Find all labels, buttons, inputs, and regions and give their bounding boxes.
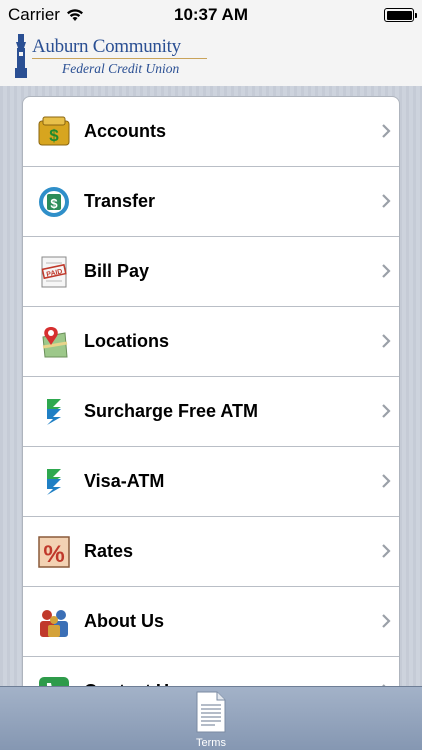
logo-subtitle: Federal Credit Union xyxy=(62,61,180,76)
tab-terms[interactable]: Terms xyxy=(186,691,236,749)
menu-item-visa-atm[interactable]: Visa-ATM xyxy=(23,447,399,517)
app-header: Auburn Community Federal Credit Union xyxy=(0,30,422,86)
menu-item-label: Surcharge Free ATM xyxy=(84,401,259,421)
menu-item-transfer[interactable]: $ Transfer xyxy=(23,167,399,237)
atm-network-icon xyxy=(37,465,71,499)
clock-tower-logo-icon xyxy=(15,34,27,78)
menu-item-label: Accounts xyxy=(84,121,167,141)
chevron-right-icon xyxy=(382,124,391,138)
menu-item-surcharge-free-atm[interactable]: Surcharge Free ATM xyxy=(23,377,399,447)
menu-item-label: About Us xyxy=(84,611,164,631)
chevron-right-icon xyxy=(382,404,391,418)
menu-item-bill-pay[interactable]: PAID Bill Pay xyxy=(23,237,399,307)
tab-bar: Terms xyxy=(0,686,422,750)
svg-text:$: $ xyxy=(49,126,59,145)
percent-icon: % xyxy=(37,535,71,569)
chevron-right-icon xyxy=(382,544,391,558)
svg-text:%: % xyxy=(43,541,64,568)
menu-item-label: Transfer xyxy=(84,191,156,211)
menu-item-label: Bill Pay xyxy=(84,261,150,281)
menu-item-accounts[interactable]: $ Accounts xyxy=(23,97,399,167)
map-pin-icon xyxy=(37,325,71,359)
chevron-right-icon xyxy=(382,264,391,278)
menu-item-label: Visa-ATM xyxy=(84,471,165,491)
atm-network-icon xyxy=(37,395,71,429)
people-icon xyxy=(37,605,71,639)
money-bag-icon: $ xyxy=(37,115,71,149)
menu-item-label: Locations xyxy=(84,331,170,351)
chevron-right-icon xyxy=(382,334,391,348)
transfer-icon: $ xyxy=(37,185,71,219)
tab-terms-label: Terms xyxy=(196,737,226,749)
wifi-icon xyxy=(66,9,83,21)
bill-pay-icon: PAID xyxy=(37,255,71,289)
chevron-right-icon xyxy=(382,194,391,208)
chevron-right-icon xyxy=(382,474,391,488)
document-icon xyxy=(196,691,226,733)
main-menu: $ Accounts $ Transfer PAID Bill Pay Loca… xyxy=(22,96,400,696)
logo-title: Auburn Community xyxy=(32,36,181,57)
logo-divider xyxy=(32,58,207,59)
chevron-right-icon xyxy=(382,614,391,628)
svg-text:$: $ xyxy=(50,196,58,211)
menu-item-locations[interactable]: Locations xyxy=(23,307,399,377)
menu-item-about-us[interactable]: About Us xyxy=(23,587,399,657)
status-left: Carrier xyxy=(8,5,84,25)
battery-icon xyxy=(384,8,417,22)
menu-item-label: Rates xyxy=(84,541,134,561)
menu-item-rates[interactable]: % Rates xyxy=(23,517,399,587)
status-bar: Carrier 10:37 AM xyxy=(0,0,422,30)
carrier-label: Carrier xyxy=(8,5,60,24)
